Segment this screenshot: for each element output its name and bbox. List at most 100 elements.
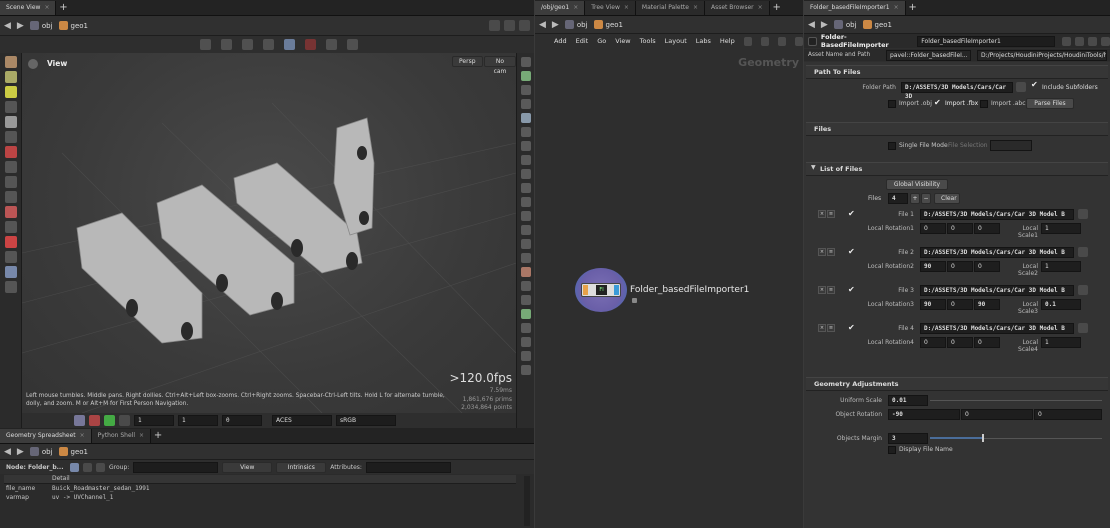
node-folder-importer[interactable]: FI xyxy=(575,268,627,312)
menu-help[interactable]: Help xyxy=(720,37,735,45)
close-icon[interactable]: × xyxy=(44,4,49,11)
intrinsics-menu[interactable]: Intrinsics xyxy=(276,461,327,473)
remove-entry-icon[interactable]: × xyxy=(818,324,826,332)
add-tab-icon[interactable]: + xyxy=(151,429,165,443)
camera-button[interactable]: No cam xyxy=(484,56,516,75)
tab-scene-view[interactable]: Scene View × xyxy=(0,1,57,15)
back-icon[interactable]: ◀ xyxy=(808,20,815,30)
local-rotation-x[interactable]: 0 xyxy=(920,337,946,348)
single-file-mode-checkbox[interactable] xyxy=(888,142,896,150)
local-rotation-x[interactable]: 0 xyxy=(920,223,946,234)
view-icon[interactable] xyxy=(5,206,17,218)
entry-visible-check[interactable]: ✔ xyxy=(848,209,855,218)
pan-icon[interactable] xyxy=(221,39,232,50)
breadcrumb-geo[interactable]: geo1 xyxy=(862,20,892,29)
close-icon[interactable]: × xyxy=(573,4,578,11)
display-icon[interactable] xyxy=(521,113,531,123)
menu-go[interactable]: Go xyxy=(597,37,606,45)
link-icon[interactable] xyxy=(504,20,515,31)
mode-icon[interactable] xyxy=(83,462,92,472)
remove-entry-icon[interactable]: × xyxy=(818,210,826,218)
object-rotation-y[interactable]: 0 xyxy=(961,409,1033,420)
objects-margin-slider[interactable] xyxy=(930,434,1102,442)
tumble-icon[interactable] xyxy=(200,39,211,50)
close-icon[interactable]: × xyxy=(693,4,698,11)
entry-visible-check[interactable]: ✔ xyxy=(848,323,855,332)
remove-entry-icon[interactable]: × xyxy=(818,286,826,294)
network-tool-icon[interactable] xyxy=(777,36,786,46)
paint-icon[interactable] xyxy=(5,131,17,143)
move-tool-icon[interactable] xyxy=(5,71,17,83)
display-icon[interactable] xyxy=(521,141,531,151)
breadcrumb-obj[interactable]: obj xyxy=(564,20,588,29)
breadcrumb-obj[interactable]: obj xyxy=(29,447,53,456)
menu-tools[interactable]: Tools xyxy=(640,37,656,45)
display-icon[interactable] xyxy=(521,57,531,67)
knife-icon[interactable] xyxy=(5,176,17,188)
forward-icon[interactable]: ▶ xyxy=(17,21,24,31)
display-icon[interactable] xyxy=(521,295,531,305)
table-row[interactable]: varmap uv -> UVChannel_1 xyxy=(4,493,516,502)
display-icon[interactable] xyxy=(347,39,358,50)
table-row[interactable]: file_name Buick_Roadmaster_sedan_1991 xyxy=(4,484,516,493)
back-icon[interactable]: ◀ xyxy=(4,21,11,31)
back-icon[interactable]: ◀ xyxy=(4,447,11,457)
display-icon[interactable] xyxy=(521,183,531,193)
display-icon[interactable] xyxy=(521,85,531,95)
network-tool-icon[interactable] xyxy=(743,36,752,46)
add-tab-icon[interactable]: + xyxy=(770,1,784,15)
breadcrumb-obj[interactable]: obj xyxy=(29,21,53,30)
section-files[interactable]: Files xyxy=(806,122,1108,136)
import-fbx-check[interactable]: ✔ xyxy=(934,98,941,107)
display-icon[interactable] xyxy=(521,267,531,277)
snap-tool-icon[interactable] xyxy=(5,191,17,203)
asset-path-field[interactable]: D:/Projects/HoudiniProjects/HoudiniTools… xyxy=(977,49,1107,61)
move-entry-icon[interactable]: ≡ xyxy=(827,324,835,332)
display-icon[interactable] xyxy=(521,323,531,333)
shading-icon[interactable] xyxy=(74,415,85,426)
tab-tree-view[interactable]: Tree View × xyxy=(585,1,636,15)
local-rotation-y[interactable]: 0 xyxy=(947,261,973,272)
chevron-down-icon[interactable]: ▼ xyxy=(811,164,816,171)
local-rotation-z[interactable]: 0 xyxy=(974,223,1000,234)
display-icon[interactable] xyxy=(521,155,531,165)
menu-layout[interactable]: Layout xyxy=(665,37,687,45)
forward-icon[interactable]: ▶ xyxy=(552,20,559,30)
section-geometry-adjustments[interactable]: Geometry Adjustments xyxy=(806,377,1108,391)
local-rotation-y[interactable]: 0 xyxy=(947,223,973,234)
snap-icon[interactable] xyxy=(263,39,274,50)
display-icon[interactable] xyxy=(521,169,531,179)
info-icon[interactable] xyxy=(1088,36,1098,46)
close-icon[interactable]: × xyxy=(139,432,144,439)
color-icon[interactable] xyxy=(89,415,100,426)
record-icon[interactable] xyxy=(305,39,316,50)
display-icon[interactable] xyxy=(521,351,531,361)
display-icon[interactable] xyxy=(521,71,531,81)
display-options-icon[interactable] xyxy=(5,266,17,278)
folder-browse-icon[interactable] xyxy=(1016,82,1026,92)
file-path-field[interactable]: D:/ASSETS/3D Models/Cars/Car 3D Model B xyxy=(920,323,1074,334)
move-entry-icon[interactable]: ≡ xyxy=(827,248,835,256)
settings-icon[interactable] xyxy=(1101,36,1110,46)
parse-files-button[interactable]: Parse Files xyxy=(1026,98,1074,109)
local-scale-field[interactable]: 1 xyxy=(1041,261,1081,272)
menu-icon[interactable] xyxy=(519,20,530,31)
close-icon[interactable]: × xyxy=(758,4,763,11)
close-icon[interactable]: × xyxy=(624,4,629,11)
local-rotation-x[interactable]: 90 xyxy=(920,261,946,272)
files-count-field[interactable]: 4 xyxy=(888,193,908,204)
magnet2-icon[interactable] xyxy=(5,236,17,248)
tab-asset-browser[interactable]: Asset Browser × xyxy=(705,1,770,15)
grid-icon[interactable] xyxy=(284,39,295,50)
breadcrumb-geo[interactable]: geo1 xyxy=(58,21,88,30)
import-obj-checkbox[interactable] xyxy=(888,100,896,108)
pin-icon[interactable] xyxy=(489,20,500,31)
back-icon[interactable]: ◀ xyxy=(539,20,546,30)
entry-visible-check[interactable]: ✔ xyxy=(848,247,855,256)
local-rotation-z[interactable]: 90 xyxy=(974,299,1000,310)
tab-network[interactable]: /obj/geo1 × xyxy=(535,1,586,15)
select-icon[interactable] xyxy=(5,56,17,68)
remove-entry-icon[interactable]: × xyxy=(818,248,826,256)
forward-icon[interactable]: ▶ xyxy=(17,447,24,457)
node-flag-left[interactable] xyxy=(583,285,588,295)
